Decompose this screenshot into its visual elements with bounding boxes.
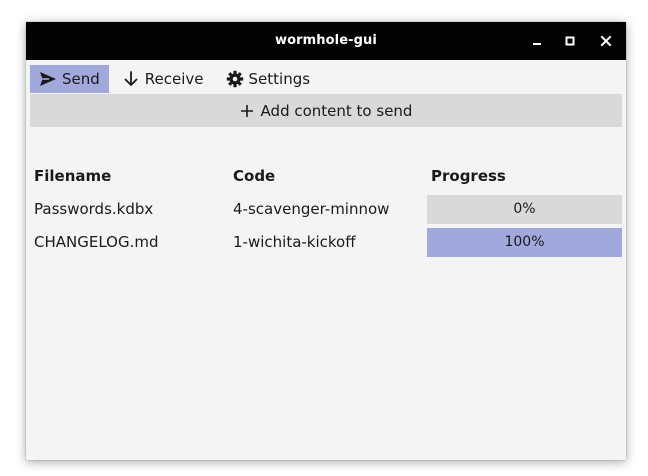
header-code: Code [233,167,276,185]
progress-label: 0% [513,201,536,217]
row-filename: CHANGELOG.md [34,233,159,251]
header-progress: Progress [431,167,506,185]
tab-receive-label: Receive [144,70,204,88]
progress-bar: 100% [427,228,622,257]
tab-bar: Send Receive Settings [30,65,319,93]
add-content-button[interactable]: Add content to send [30,94,622,127]
row-code: 4-scavenger-minnow [233,200,390,218]
tab-send[interactable]: Send [30,65,109,93]
minimize-button[interactable] [528,32,546,50]
progress-label: 100% [504,234,545,250]
send-icon [39,70,57,88]
arrow-down-icon [122,70,140,88]
close-button[interactable] [597,32,615,50]
transfers-table: Filename Code Progress Passwords.kdbx 4-… [26,162,626,261]
table-header: Filename Code Progress [26,162,626,195]
row-filename: Passwords.kdbx [34,200,154,218]
tab-receive[interactable]: Receive [113,65,213,93]
close-icon [600,35,612,47]
tab-settings[interactable]: Settings [217,65,320,93]
add-content-label: Add content to send [260,101,413,120]
tab-settings-label: Settings [248,70,311,88]
table-row: Passwords.kdbx 4-scavenger-minnow 0% [26,195,626,228]
maximize-button[interactable] [561,32,579,50]
header-filename: Filename [34,167,112,185]
row-code: 1-wichita-kickoff [233,233,356,251]
minimize-icon [533,43,541,45]
title-bar[interactable]: wormhole-gui [26,22,626,60]
table-row: CHANGELOG.md 1-wichita-kickoff 100% [26,228,626,261]
maximize-icon [565,36,575,46]
plus-icon [240,104,254,118]
app-window: wormhole-gui Send Receive Settings Add c… [26,22,626,460]
tab-send-label: Send [62,70,100,88]
progress-bar: 0% [427,195,622,224]
gear-icon [226,70,244,88]
